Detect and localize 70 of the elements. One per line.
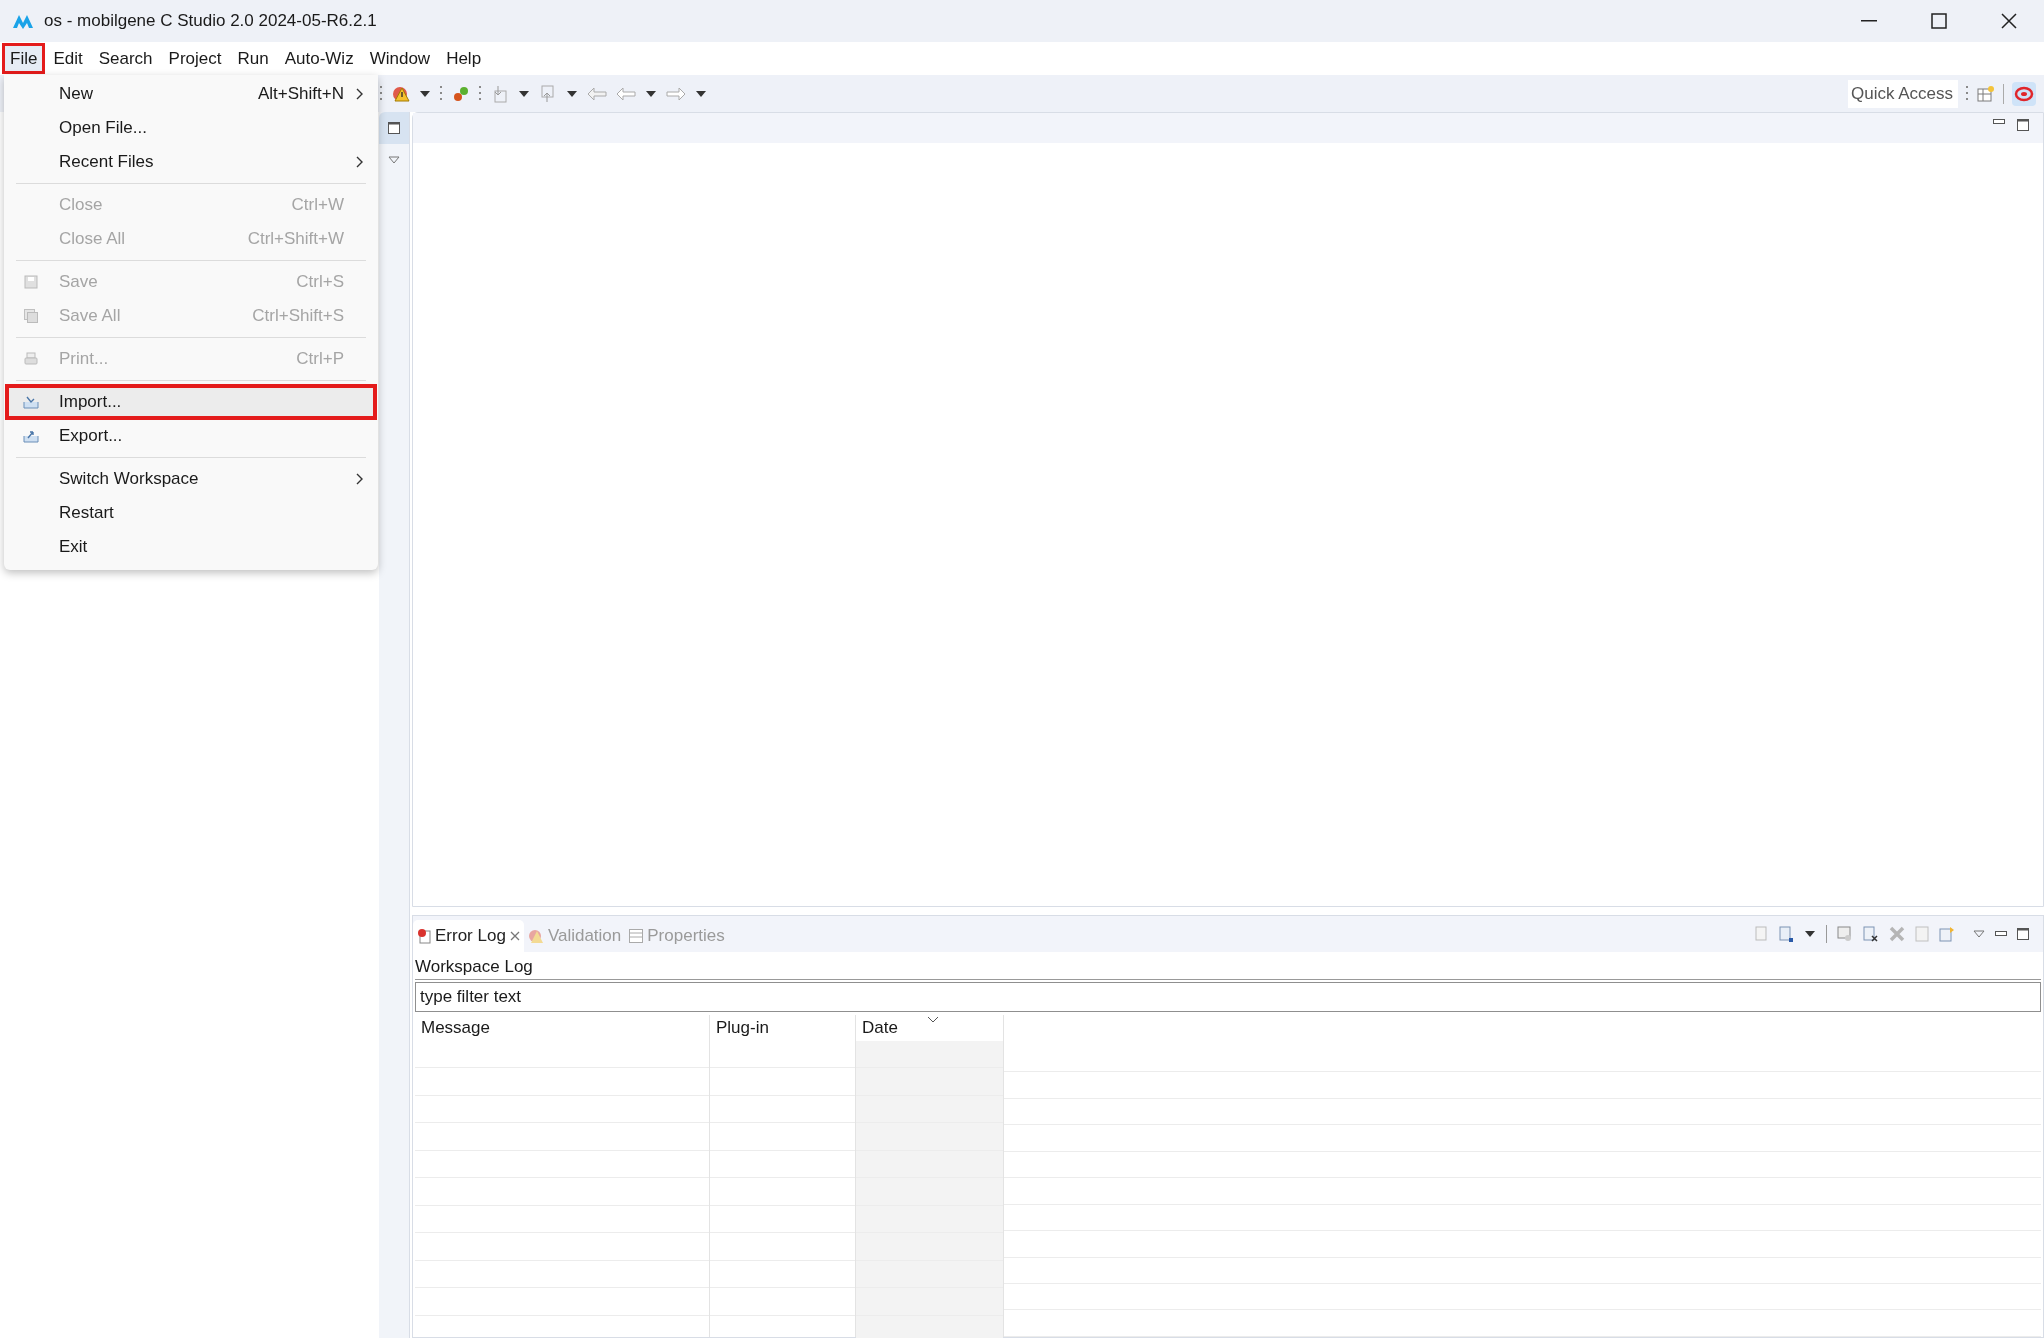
maximize-icon[interactable] — [2017, 119, 2029, 131]
toolbar-grip-icon — [440, 84, 443, 103]
shortcut-label: Ctrl+Shift+W — [247, 228, 344, 251]
column-header[interactable]: Date — [856, 1015, 1003, 1041]
toolbar-grip-icon — [479, 84, 482, 103]
warning-icon[interactable] — [392, 84, 410, 103]
minimize-icon[interactable] — [1993, 119, 2005, 125]
save-all-icon — [24, 309, 38, 323]
menu-bar-item[interactable]: Edit — [45, 43, 91, 74]
maximize-icon[interactable] — [1931, 13, 1947, 29]
app-logo-icon — [12, 13, 34, 29]
menu-item[interactable]: Switch Workspace — [6, 462, 376, 496]
window-title: os - mobilgene C Studio 2.0 2024-05-R6.2.1 — [44, 10, 377, 33]
menu-item[interactable]: Open File... — [6, 111, 376, 145]
minimize-icon[interactable] — [1995, 931, 2007, 937]
open-perspective-icon[interactable] — [1977, 84, 1995, 103]
close-tab-icon[interactable] — [509, 931, 520, 941]
menu-item[interactable]: Recent Files — [6, 145, 376, 179]
sort-caret-icon — [927, 1016, 939, 1023]
dropdown-caret-icon[interactable] — [645, 89, 657, 98]
dropdown-caret-icon[interactable] — [419, 89, 431, 98]
save-icon — [24, 275, 38, 289]
shortcut-label: Ctrl+P — [296, 348, 344, 371]
menu-bar-item[interactable]: File — [2, 43, 46, 74]
dropdown-caret-icon[interactable] — [695, 89, 707, 98]
view-menu-icon[interactable] — [388, 156, 400, 164]
clear-log-icon[interactable] — [1863, 926, 1879, 942]
shortcut-label: Ctrl+Shift+S — [252, 305, 344, 328]
column-header[interactable]: Plug-in — [710, 1015, 855, 1041]
warning-icon — [527, 928, 544, 944]
menu-bar-item[interactable]: Help — [438, 43, 490, 74]
tab-label: Error Log — [435, 925, 506, 948]
shortcut-label: Ctrl+S — [296, 271, 344, 294]
error-log-icon — [417, 928, 431, 944]
menu-bar-item[interactable]: Project — [160, 43, 230, 74]
tab-label: Validation — [547, 925, 622, 948]
quick-access-field[interactable]: Quick Access — [1848, 79, 1958, 108]
import-icon — [23, 395, 39, 409]
view-menu-icon[interactable] — [1973, 930, 1985, 938]
filter-field[interactable]: type filter text — [415, 982, 2041, 1012]
dropdown-caret-icon[interactable] — [1804, 930, 1816, 938]
minimize-icon[interactable] — [1861, 20, 1877, 22]
toolbar-grip-icon — [1966, 84, 1969, 103]
shortcut-label: Ctrl+W — [291, 194, 344, 217]
tab-label: Properties — [647, 925, 725, 948]
dropdown-caret-icon[interactable] — [518, 89, 530, 98]
menu-bar-item[interactable]: Window — [361, 43, 439, 74]
log-title: Workspace Log — [415, 952, 2041, 980]
dropdown-caret-icon[interactable] — [566, 89, 578, 98]
shortcut-label: Alt+Shift+N — [258, 83, 344, 106]
menu-item[interactable]: Exit — [6, 530, 376, 564]
import-log-icon[interactable] — [1778, 926, 1794, 942]
menu-item[interactable]: Export... — [6, 419, 376, 453]
properties-icon — [629, 929, 644, 943]
export-icon — [23, 429, 39, 443]
menu-item[interactable]: Import... — [6, 385, 376, 419]
menu-bar-item[interactable]: Run — [229, 43, 277, 74]
close-icon[interactable] — [2001, 13, 2017, 29]
gears-icon[interactable] — [452, 84, 470, 103]
menu-bar-item[interactable]: Search — [90, 43, 161, 74]
panel-tab[interactable]: Error Log — [413, 920, 524, 952]
menu-item[interactable]: Restart — [6, 496, 376, 530]
menu-bar-item[interactable]: Auto-Wiz — [276, 43, 362, 74]
maximize-icon[interactable] — [2017, 928, 2029, 940]
perspective-icon[interactable] — [2012, 81, 2036, 106]
menu-item[interactable]: New Alt+Shift+N — [6, 77, 376, 111]
printer-icon — [24, 352, 38, 366]
toolbar-grip-icon — [380, 84, 383, 103]
column-header[interactable]: Message — [415, 1015, 709, 1041]
restore-icon[interactable] — [388, 122, 400, 134]
